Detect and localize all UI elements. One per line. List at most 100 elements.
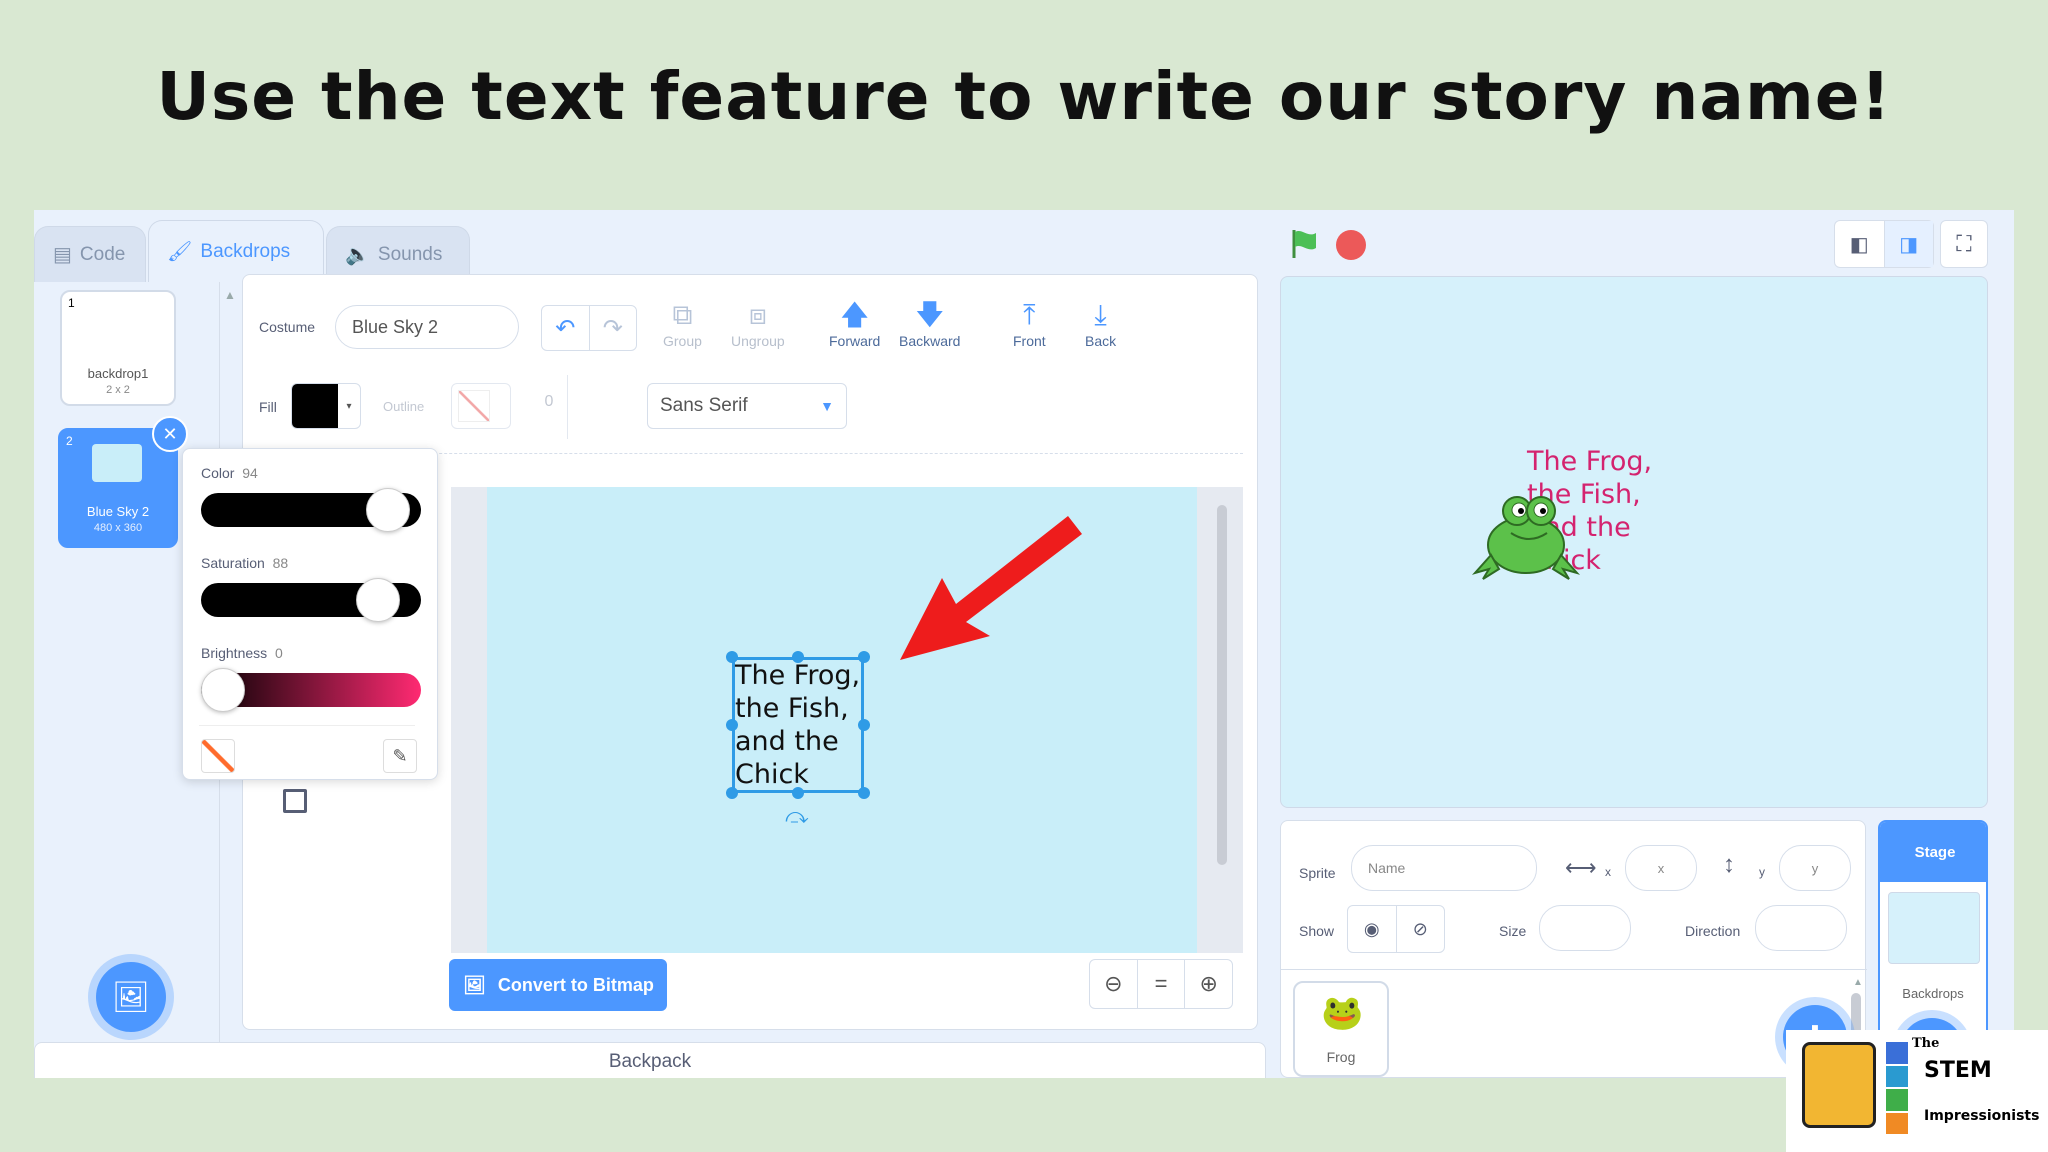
brightness-slider-knob[interactable] [201,668,245,712]
group-icon: ⧉ [672,299,693,330]
slide-title: Use the text feature to write our story … [156,58,1892,135]
small-stage-icon[interactable]: ◧ [1835,221,1885,267]
eye-off-icon[interactable]: ⊘ [1397,906,1445,952]
outline-width-input[interactable]: 0 [529,393,569,411]
arrow-down-icon: 🡇 [915,299,945,330]
tab-code-label: Code [79,243,126,265]
canvas-frame: The Frog, the Fish, and the Chick ⤼ [451,487,1243,953]
y-input[interactable]: y [1779,845,1851,891]
backdrop-number: 2 [66,434,73,448]
show-label: Show [1299,923,1335,939]
saturation-slider[interactable] [201,578,421,622]
zoom-controls: ⊖ = ⊕ [1089,959,1233,1009]
green-flag-icon[interactable] [1288,228,1320,260]
tab-backdrops[interactable]: 🖌 Backdrops [148,220,324,282]
costume-name-value: Blue Sky 2 [352,316,439,337]
convert-to-bitmap-button[interactable]: 🖼 Convert to Bitmap [449,959,667,1011]
color-slider-knob[interactable] [366,488,411,532]
brightness-label: Brightness 0 [201,645,283,661]
stop-icon[interactable] [1336,230,1366,260]
redo-icon[interactable]: ↷ [590,306,637,350]
outline-color-swatch[interactable] [451,383,511,429]
back-button[interactable]: ⤓ Back [1085,301,1116,350]
brightness-slider[interactable] [201,668,421,712]
choose-backdrop-button[interactable]: 🖼 [96,962,166,1032]
color-picker-popover: Color 94 Saturation 88 Brightness 0 ✎ [182,448,438,780]
no-fill-button[interactable] [201,739,235,773]
stage[interactable]: The Frog, the Fish, and the Chick [1280,276,1988,808]
backdrop-size: 2 x 2 [106,384,130,396]
direction-label: Direction [1685,923,1741,939]
costume-label: Costume [259,319,316,335]
saturation-slider-knob[interactable] [355,578,400,622]
logo-blocks [1886,1042,1908,1134]
forward-button[interactable]: 🡅 Forward [829,299,880,350]
zoom-out-icon[interactable]: ⊖ [1090,960,1138,1008]
callout-arrow-icon [900,516,1082,660]
zoom-in-icon[interactable]: ⊕ [1185,960,1232,1008]
backpack[interactable]: Backpack [34,1042,1266,1078]
backdrop-size: 480 x 360 [93,522,143,534]
backdrop-preview [92,444,142,482]
fill-color-swatch[interactable]: ▾ [291,383,361,429]
color-slider[interactable] [201,488,421,532]
direction-input[interactable] [1755,905,1847,951]
logo-text-impressionists: Impressionists [1924,1108,2040,1124]
backdrops-count-label: Backdrops [1902,986,1964,1001]
large-stage-icon[interactable]: ◨ [1884,221,1933,267]
backdrop-name: backdrop1 [87,366,149,381]
x-label: x [1605,865,1611,879]
logo-tiger-icon [1802,1042,1876,1128]
scroll-up-icon[interactable]: ▲ [224,288,236,302]
arrow-top-icon: ⤒ [1023,299,1036,330]
divider [1281,969,1867,970]
sprite-name: Frog [1326,1049,1356,1065]
outline-label: Outline [383,399,425,414]
y-label: y [1759,865,1765,879]
x-input[interactable]: x [1625,845,1697,891]
undo-icon[interactable]: ↶ [542,306,590,350]
stage-size-toggle: ◧ ◨ [1834,220,1934,268]
fill-color-box [292,384,338,428]
divider [199,725,415,726]
arrow-up-icon: 🡅 [840,299,870,330]
divider [567,375,568,439]
rectangle-tool-icon[interactable] [283,789,307,813]
backdrop-name: Blue Sky 2 [86,504,150,519]
rotate-handle-icon[interactable]: ⤼ [785,803,809,829]
group-button[interactable]: ⧉ Group [663,299,702,350]
sprite-label: Sprite [1299,865,1336,881]
ungroup-button[interactable]: ⧈ Ungroup [731,301,785,350]
vertical-scrollbar[interactable] [1217,505,1227,865]
zoom-reset-icon[interactable]: = [1138,960,1186,1008]
size-label: Size [1499,923,1527,939]
frog-sprite[interactable] [1471,485,1581,581]
stage-panel-title: Stage [1880,822,1986,882]
canvas-text[interactable]: The Frog, the Fish, and the Chick [735,659,875,791]
stem-impressionists-logo: The STEM Impressionists [1786,1030,2048,1152]
sprite-thumb-frog[interactable]: 🐸 Frog [1293,981,1389,1077]
no-color-icon [458,390,490,422]
visibility-toggle: ◉ ⊘ [1347,905,1445,953]
delete-icon[interactable]: ✕ [152,416,188,452]
font-value: Sans Serif [660,395,748,416]
front-button[interactable]: ⤒ Front [1013,299,1046,350]
costume-name-input[interactable]: Blue Sky 2 [335,305,519,349]
eye-icon[interactable]: ◉ [1348,906,1397,952]
backward-button[interactable]: 🡇 Backward [899,299,960,350]
eyedropper-icon[interactable]: ✎ [383,739,417,773]
size-input[interactable] [1539,905,1631,951]
logo-text-stem: STEM [1924,1058,1992,1083]
sprite-info-panel: Sprite Name ⟷ x x ↕ y y Show ◉ ⊘ Size Di… [1280,820,1867,1078]
sprite-name-input[interactable]: Name [1351,845,1537,891]
caret-down-icon: ▾ [346,400,352,412]
font-select[interactable]: Sans Serif ▼ [647,383,847,429]
color-label: Color 94 [201,465,258,481]
backdrop-thumb-1[interactable]: 1 backdrop1 2 x 2 [60,290,176,406]
scroll-up-icon[interactable]: ▲ [1853,977,1863,988]
tab-code[interactable]: ▤ Code [34,226,146,282]
fullscreen-icon[interactable]: ⛶ [1940,220,1988,268]
canvas[interactable]: The Frog, the Fish, and the Chick ⤼ [487,487,1197,953]
arrows-vertical-icon: ↕ [1723,851,1735,878]
fill-label: Fill [259,399,277,415]
